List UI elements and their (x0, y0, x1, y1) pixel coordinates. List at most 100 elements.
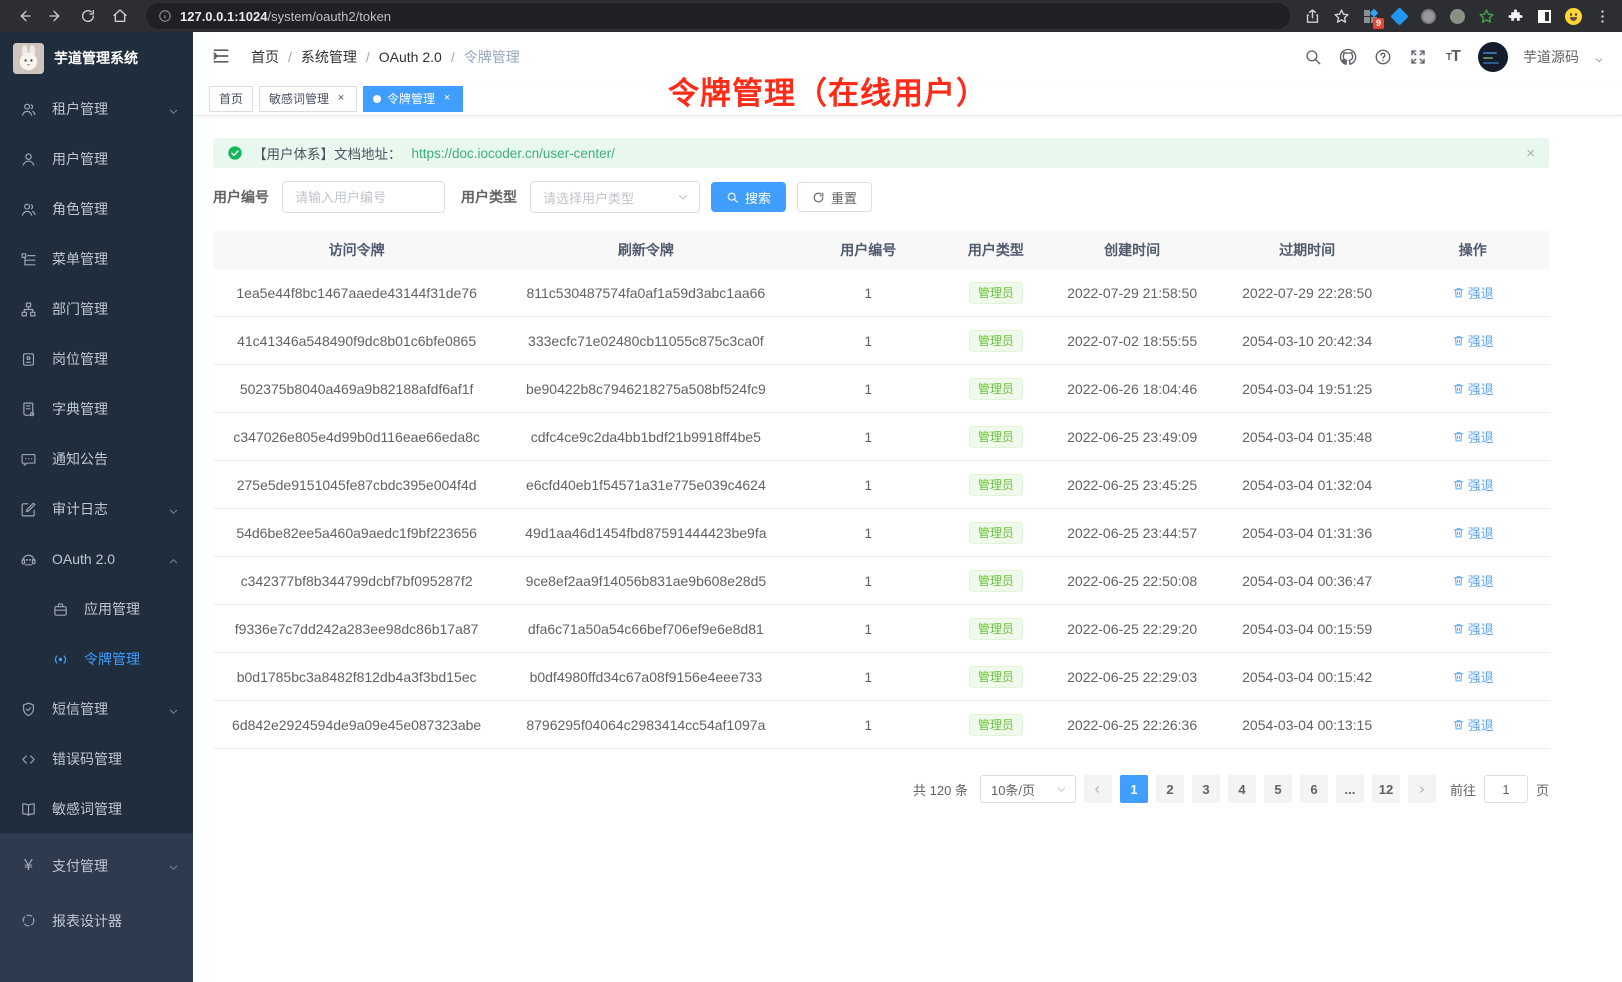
force-logout-link[interactable]: 强退 (1452, 379, 1494, 398)
page-button-3[interactable]: 3 (1192, 775, 1220, 803)
breadcrumb-oauth2[interactable]: OAuth 2.0 (379, 49, 442, 65)
force-logout-link[interactable]: 强退 (1452, 715, 1494, 734)
cell-refresh-token: 8796295f04064c2983414cc54af1097a (500, 717, 791, 733)
sidebar-item-post[interactable]: 岗位管理 (0, 334, 193, 384)
cell-refresh-token: b0df4980ffd34c67a08f9156e4eee733 (500, 669, 791, 685)
sidebar-item-sms[interactable]: 短信管理 (0, 684, 193, 734)
page-size-select[interactable]: 10条/页 (980, 775, 1076, 803)
tab-close-icon[interactable]: × (441, 93, 453, 104)
username[interactable]: 芋道源码 (1523, 47, 1579, 67)
gray-circle-extension-icon[interactable] (1418, 6, 1438, 26)
page-button-5[interactable]: 5 (1264, 775, 1292, 803)
user-avatar[interactable] (1478, 42, 1508, 72)
force-logout-link[interactable]: 强退 (1452, 667, 1494, 686)
record-extension-icon[interactable] (1447, 6, 1467, 26)
total-count: 共 120 条 (913, 780, 968, 799)
page-button-4[interactable]: 4 (1228, 775, 1256, 803)
browser-back-icon[interactable] (10, 2, 38, 30)
user-type-select[interactable]: 请选择用户类型 (530, 181, 700, 213)
sidebar-item-role[interactable]: 角色管理 (0, 184, 193, 234)
browser-home-icon[interactable] (106, 2, 134, 30)
share-icon[interactable] (1302, 6, 1322, 26)
sidebar-item-audit-log[interactable]: 审计日志 (0, 484, 193, 534)
sidebar-item-tenant[interactable]: 租户管理 (0, 84, 193, 134)
cell-user-id: 1 (791, 429, 945, 445)
breadcrumb-system[interactable]: 系统管理 (301, 47, 357, 67)
sidebar-item-dept[interactable]: 部门管理 (0, 284, 193, 334)
help-icon[interactable] (1373, 47, 1393, 67)
profile-avatar-emoji[interactable] (1563, 6, 1583, 26)
cell-access-token: 54d6be82ee5a460a9aedc1f9bf223656 (213, 525, 500, 541)
force-logout-link[interactable]: 强退 (1452, 619, 1494, 638)
page-button-12[interactable]: 12 (1372, 775, 1400, 803)
browser-forward-icon[interactable] (42, 2, 70, 30)
user-id-input[interactable] (282, 181, 445, 213)
shield-check-icon (20, 701, 37, 718)
force-logout-link[interactable]: 强退 (1452, 283, 1494, 302)
browser-menu-icon[interactable] (1592, 6, 1612, 26)
alert-text: 【用户体系】文档地址： (253, 143, 402, 163)
sidebar-item-user[interactable]: 用户管理 (0, 134, 193, 184)
sidebar-bottom-section: ¥ 支付管理 报表设计器 (0, 833, 193, 982)
caret-down-icon[interactable] (1594, 52, 1604, 62)
user-type-tag: 管理员 (969, 522, 1023, 544)
breadcrumb-home[interactable]: 首页 (251, 47, 279, 67)
green-star-extension-icon[interactable] (1476, 6, 1496, 26)
next-page-button[interactable] (1408, 775, 1436, 803)
sidebar-item-oauth-app[interactable]: 应用管理 (0, 584, 193, 634)
sidebar-item-sensitive-word[interactable]: 敏感词管理 (0, 784, 193, 834)
force-logout-link[interactable]: 强退 (1452, 331, 1494, 350)
sidebar-collapse-icon[interactable] (211, 46, 233, 68)
page-button-6[interactable]: 6 (1300, 775, 1328, 803)
cell-create-time: 2022-06-25 22:50:08 (1047, 573, 1218, 589)
site-info-icon[interactable] (158, 9, 172, 23)
sidebar-item-report-designer[interactable]: 报表设计器 (0, 893, 193, 948)
address-bar[interactable]: 127.0.0.1:1024/system/oauth2/token (146, 3, 1290, 29)
force-logout-link[interactable]: 强退 (1452, 475, 1494, 494)
doc-link[interactable]: https://doc.iocoder.cn/user-center/ (412, 146, 615, 161)
robot-icon (20, 551, 37, 568)
app-logo[interactable]: 芋道管理系统 (0, 32, 193, 84)
sidebar-item-notice[interactable]: 通知公告 (0, 434, 193, 484)
browser-reload-icon[interactable] (74, 2, 102, 30)
yen-icon: ¥ (20, 857, 37, 874)
sidebar-item-dict[interactable]: 字典管理 (0, 384, 193, 434)
prev-page-button[interactable] (1084, 775, 1112, 803)
force-logout-link[interactable]: 强退 (1452, 523, 1494, 542)
sidebar-item-error-code[interactable]: 错误码管理 (0, 734, 193, 784)
github-icon[interactable] (1338, 47, 1358, 67)
search-button[interactable]: 搜索 (711, 182, 786, 212)
page-button-2[interactable]: 2 (1156, 775, 1184, 803)
more-pages-button[interactable]: ... (1336, 775, 1364, 803)
alert-close-icon[interactable]: × (1526, 146, 1535, 161)
chevron-up-icon (168, 554, 179, 565)
page-button-1[interactable]: 1 (1120, 775, 1148, 803)
contrast-extension-icon[interactable] (1534, 6, 1554, 26)
goto-page-input[interactable] (1484, 775, 1528, 803)
tab-token[interactable]: 令牌管理 × (363, 86, 463, 112)
fullscreen-icon[interactable] (1408, 47, 1428, 67)
table-row: 1ea5e44f8bc1467aaede43144f31de76 811c530… (213, 269, 1549, 317)
bookmark-star-icon[interactable] (1331, 6, 1351, 26)
tab-close-icon[interactable]: × (335, 93, 347, 104)
tab-home[interactable]: 首页 (209, 86, 253, 112)
table-row: 6d842e2924594de9a09e45e087323abe 8796295… (213, 701, 1549, 749)
sidebar-item-oauth2[interactable]: OAuth 2.0 (0, 534, 193, 584)
reset-button[interactable]: 重置 (797, 182, 872, 212)
user-type-label: 用户类型 (461, 187, 517, 207)
vue-devtools-icon[interactable] (1389, 6, 1409, 26)
font-size-icon[interactable]: TT (1443, 47, 1463, 67)
force-logout-link[interactable]: 强退 (1452, 571, 1494, 590)
search-icon[interactable] (1303, 47, 1323, 67)
extensions-grid-icon[interactable]: 9 (1360, 6, 1380, 26)
sidebar-item-menu[interactable]: 菜单管理 (0, 234, 193, 284)
sidebar-item-oauth-token[interactable]: 令牌管理 (0, 634, 193, 684)
cell-user-id: 1 (791, 381, 945, 397)
tab-sensitive-word[interactable]: 敏感词管理 × (259, 86, 357, 112)
sidebar-item-pay[interactable]: ¥ 支付管理 (0, 838, 193, 893)
search-icon (726, 191, 739, 204)
puzzle-extension-icon[interactable] (1505, 6, 1525, 26)
edit-square-icon (20, 501, 37, 518)
force-logout-link[interactable]: 强退 (1452, 427, 1494, 446)
extension-badge: 9 (1373, 18, 1384, 29)
